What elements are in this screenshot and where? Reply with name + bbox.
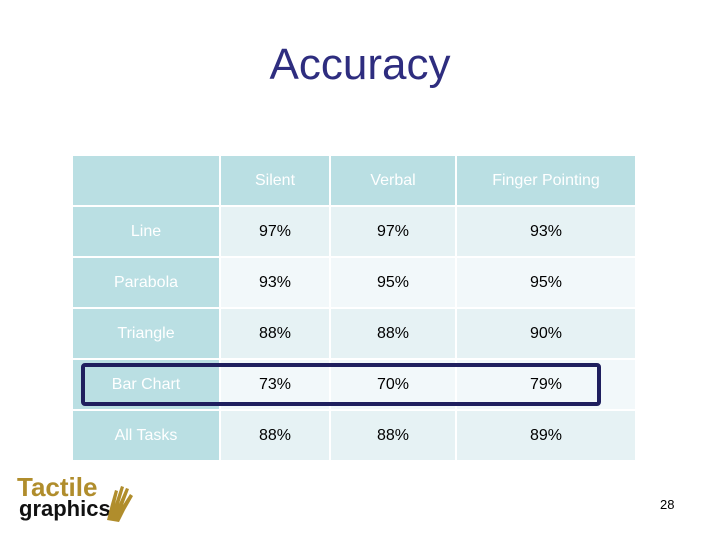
header-cell-empty [73,156,219,205]
cell-value: 93% [221,258,329,307]
row-label: All Tasks [73,411,219,460]
logo-text-graphics: graphics [19,496,111,521]
cell-value: 93% [457,207,635,256]
cell-value: 70% [331,360,455,409]
cell-value: 97% [331,207,455,256]
table-row: All Tasks 88% 88% 89% [73,411,635,460]
cell-value: 89% [457,411,635,460]
header-cell-verbal: Verbal [331,156,455,205]
cell-value: 88% [221,411,329,460]
table-row: Triangle 88% 88% 90% [73,309,635,358]
row-label: Bar Chart [73,360,219,409]
page-number: 28 [660,497,675,512]
cell-value: 79% [457,360,635,409]
table-header-row: Silent Verbal Finger Pointing [73,156,635,205]
accuracy-table: Silent Verbal Finger Pointing Line 97% 9… [71,154,637,462]
row-label: Line [73,207,219,256]
table-row: Line 97% 97% 93% [73,207,635,256]
cell-value: 97% [221,207,329,256]
cell-value: 88% [221,309,329,358]
cell-value: 90% [457,309,635,358]
cell-value: 88% [331,309,455,358]
row-label: Parabola [73,258,219,307]
header-cell-finger-pointing: Finger Pointing [457,156,635,205]
header-cell-silent: Silent [221,156,329,205]
hand-icon [107,486,133,522]
cell-value: 95% [457,258,635,307]
table-row: Parabola 93% 95% 95% [73,258,635,307]
tactile-graphics-logo: Tactile graphics [15,470,135,526]
table-row-highlighted: Bar Chart 73% 70% 79% [73,360,635,409]
row-label: Triangle [73,309,219,358]
cell-value: 88% [331,411,455,460]
cell-value: 95% [331,258,455,307]
cell-value: 73% [221,360,329,409]
slide-title: Accuracy [269,40,451,89]
